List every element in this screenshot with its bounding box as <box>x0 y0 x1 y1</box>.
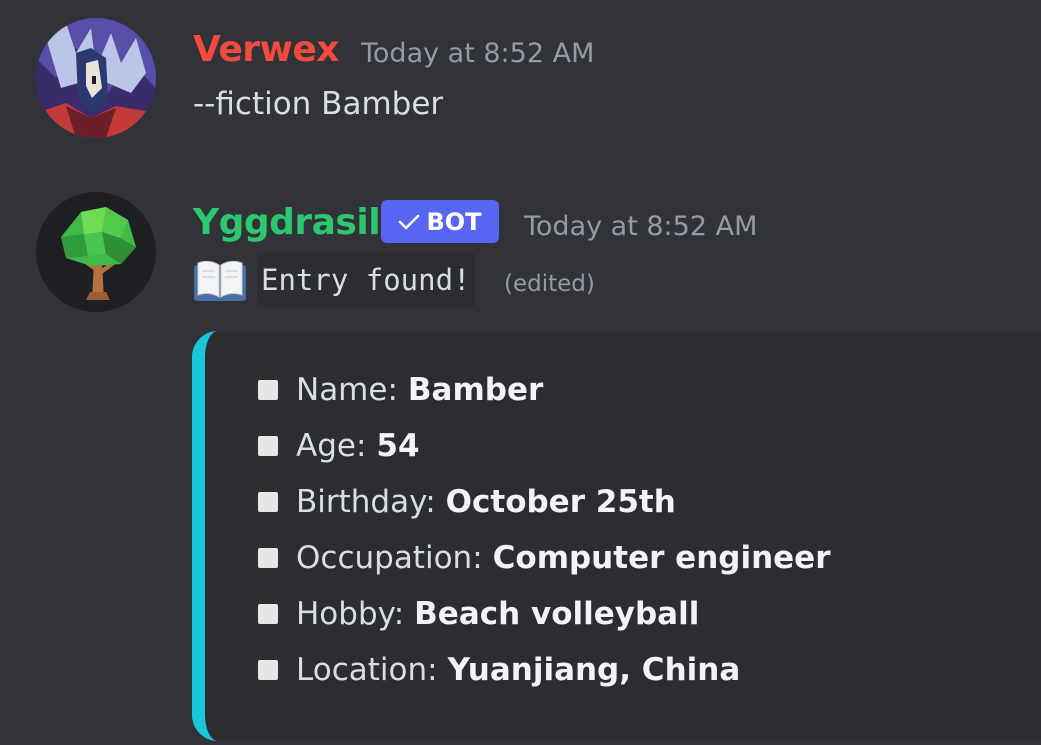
field-label: Name: <box>296 372 398 408</box>
field-value: 54 <box>376 428 420 464</box>
user-avatar[interactable] <box>36 18 156 138</box>
field-label: Age: <box>296 428 367 464</box>
bot-author-name[interactable]: Yggdrasil <box>193 205 381 241</box>
field-label: Location: <box>296 652 438 688</box>
bot-badge-label: BOT <box>426 207 482 236</box>
embed-field-hobby: Hobby: Beach volleyball <box>258 586 831 642</box>
field-label: Hobby: <box>296 596 405 632</box>
bullet-icon <box>258 436 278 456</box>
pixel-art-character-icon <box>36 18 156 138</box>
embed-field-occupation: Occupation: Computer engineer <box>258 530 831 586</box>
field-value: Bamber <box>407 372 544 408</box>
open-book-icon <box>193 259 247 303</box>
field-label: Occupation: <box>296 540 483 576</box>
bullet-icon <box>258 492 278 512</box>
checkmark-icon <box>399 214 420 229</box>
edited-label: (edited) <box>504 271 595 297</box>
embed-field-name: Name: Bamber <box>258 362 831 418</box>
tree-icon <box>36 192 156 312</box>
bullet-icon <box>258 660 278 680</box>
message-timestamp: Today at 8:52 AM <box>361 38 595 69</box>
field-value: Beach volleyball <box>414 596 700 632</box>
field-value: Yuanjiang, China <box>447 652 741 688</box>
bullet-icon <box>258 604 278 624</box>
embed-field-location: Location: Yuanjiang, China <box>258 642 831 698</box>
message-content: --fiction Bamber <box>193 86 444 122</box>
bot-message-timestamp: Today at 8:52 AM <box>524 211 758 242</box>
author-name[interactable]: Verwex <box>193 32 339 68</box>
inline-code: Entry found! <box>257 253 475 307</box>
embed-field-birthday: Birthday: October 25th <box>258 474 831 530</box>
field-value: Computer engineer <box>492 540 831 576</box>
embed-field-age: Age: 54 <box>258 418 831 474</box>
bullet-icon <box>258 380 278 400</box>
bullet-icon <box>258 548 278 568</box>
field-label: Birthday: <box>296 484 436 520</box>
embed-field-list: Name: Bamber Age: 54 Birthday: October 2… <box>258 362 831 698</box>
field-value: October 25th <box>445 484 676 520</box>
bot-avatar[interactable] <box>36 192 156 312</box>
bot-badge: BOT <box>381 200 499 243</box>
